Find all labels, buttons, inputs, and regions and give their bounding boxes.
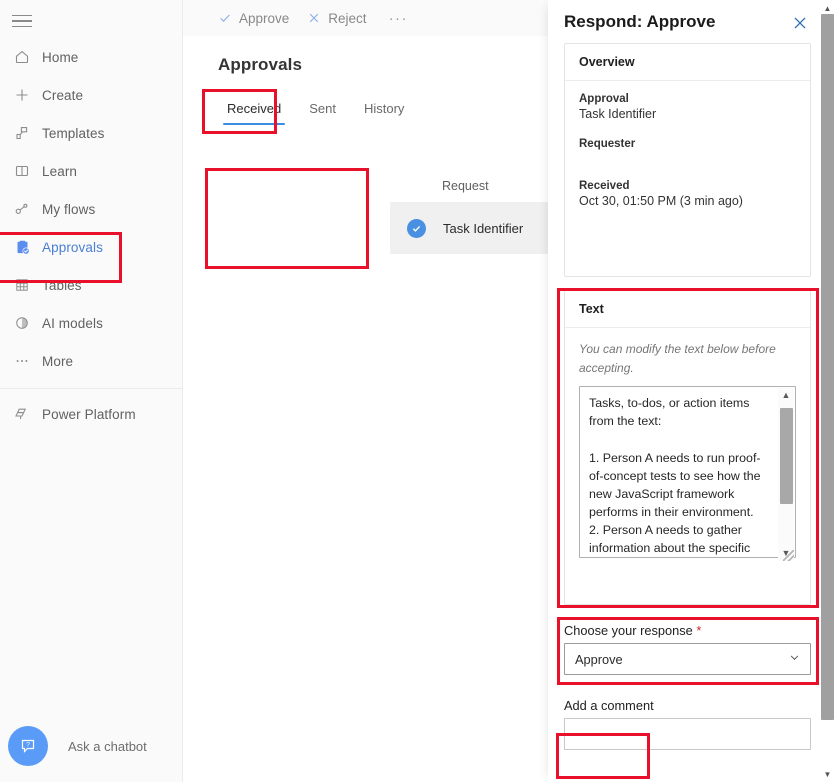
tab-received[interactable]: Received	[213, 97, 295, 125]
panel-title: Respond: Approve	[564, 12, 715, 32]
ask-a-chatbot-button[interactable]: ? Ask a chatbot	[6, 716, 183, 776]
spacer	[579, 121, 796, 138]
textarea-scrollbar-thumb[interactable]	[780, 408, 793, 504]
page-title: Approvals	[218, 55, 302, 75]
sidebar-item-learn[interactable]: Learn	[0, 152, 183, 190]
spacer	[579, 152, 796, 180]
textarea-resize-grip[interactable]	[783, 550, 794, 561]
scroll-up-arrow-icon[interactable]: ▲	[782, 388, 791, 403]
reject-command-label: Reject	[328, 11, 366, 26]
approve-command-label: Approve	[239, 11, 289, 26]
approval-label: Approval	[579, 93, 796, 105]
more-commands-icon[interactable]: ···	[385, 10, 409, 27]
text-card: Text You can modify the text below befor…	[564, 290, 811, 605]
text-textarea-wrapper: ▲ ▼	[579, 386, 796, 563]
home-icon	[8, 49, 36, 65]
tab-label: Sent	[309, 101, 336, 116]
approve-command-button[interactable]: Approve	[218, 11, 289, 26]
sidebar-item-create[interactable]: Create	[0, 76, 183, 114]
tab-label: History	[364, 101, 404, 116]
sidebar-item-approvals[interactable]: Approvals	[0, 228, 183, 266]
text-textarea[interactable]	[579, 386, 796, 558]
panel-scrollbar[interactable]: ▲ ▼	[819, 0, 836, 782]
sidebar-item-label: Templates	[36, 126, 104, 141]
sidebar-item-label: Learn	[36, 164, 77, 179]
sidebar-item-label: My flows	[36, 202, 95, 217]
response-selected-value: Approve	[575, 652, 623, 667]
power-platform-icon	[8, 406, 36, 422]
received-value: Oct 30, 01:50 PM (3 min ago)	[579, 194, 796, 208]
templates-icon	[8, 125, 36, 141]
plus-icon	[8, 87, 36, 103]
close-icon[interactable]	[791, 14, 809, 32]
tab-sent[interactable]: Sent	[295, 97, 350, 125]
approvals-tabs: Received Sent History	[213, 97, 418, 125]
response-label: Choose your response *	[564, 623, 811, 638]
chevron-down-icon	[788, 651, 801, 667]
response-select[interactable]: Approve	[564, 643, 811, 675]
panel-scrollbar-thumb[interactable]	[821, 14, 834, 720]
comment-input[interactable]	[565, 719, 810, 749]
table-grid-icon	[8, 277, 36, 293]
sidebar-item-templates[interactable]: Templates	[0, 114, 183, 152]
svg-text:?: ?	[26, 742, 30, 749]
response-label-text: Choose your response	[564, 623, 693, 638]
app-root: Home Create Templates Learn	[0, 0, 836, 782]
sidebar-item-label: Power Platform	[36, 407, 136, 422]
ai-models-icon	[8, 315, 36, 331]
hamburger-icon[interactable]	[12, 10, 38, 32]
sidebar-nav: Home Create Templates Learn	[0, 38, 183, 433]
comment-field: Add a comment	[564, 698, 811, 750]
requester-label: Requester	[579, 138, 796, 150]
overview-card-header: Overview	[565, 44, 810, 81]
x-icon	[307, 11, 321, 25]
check-circle-icon[interactable]	[407, 219, 426, 238]
scroll-down-arrow-icon[interactable]: ▼	[819, 766, 836, 782]
chatbot-label: Ask a chatbot	[68, 739, 147, 754]
text-modify-hint: You can modify the text below before acc…	[579, 340, 796, 378]
sidebar-divider	[0, 388, 183, 389]
column-header-request: Request	[390, 179, 489, 193]
sidebar-item-label: AI models	[36, 316, 103, 331]
overview-card-body: Approval Task Identifier Requester Recei…	[565, 81, 810, 222]
row-title: Task Identifier	[443, 221, 523, 236]
book-icon	[8, 163, 36, 179]
sidebar-item-power-platform[interactable]: Power Platform	[0, 395, 183, 433]
sidebar-item-label: More	[36, 354, 73, 369]
ellipsis-icon	[8, 353, 36, 369]
tab-history[interactable]: History	[350, 97, 418, 125]
sidebar-item-more[interactable]: More	[0, 342, 183, 380]
sidebar-item-label: Approvals	[36, 240, 103, 255]
respond-panel: Respond: Approve Overview Approval Task …	[548, 0, 836, 782]
reject-command-button[interactable]: Reject	[307, 11, 366, 26]
sidebar-item-label: Tables	[36, 278, 82, 293]
required-marker: *	[696, 623, 701, 638]
sidebar-item-label: Create	[36, 88, 83, 103]
overview-card: Overview Approval Task Identifier Reques…	[564, 43, 811, 277]
sidebar-item-my-flows[interactable]: My flows	[0, 190, 183, 228]
sidebar-item-home[interactable]: Home	[0, 38, 183, 76]
sidebar-item-ai-models[interactable]: AI models	[0, 304, 183, 342]
approval-value: Task Identifier	[579, 107, 796, 121]
comment-input-box[interactable]	[564, 718, 811, 750]
sidebar-item-tables[interactable]: Tables	[0, 266, 183, 304]
left-sidebar: Home Create Templates Learn	[0, 0, 183, 782]
approvals-clipboard-check-icon	[8, 239, 36, 256]
response-field: Choose your response * Approve	[564, 623, 811, 675]
tab-label: Received	[227, 101, 281, 116]
chatbot-icon: ?	[8, 726, 48, 766]
sidebar-item-label: Home	[36, 50, 78, 65]
received-label: Received	[579, 180, 796, 192]
text-card-header: Text	[565, 291, 810, 328]
comment-label: Add a comment	[564, 698, 811, 713]
text-card-body: You can modify the text below before acc…	[565, 328, 810, 577]
flows-icon	[8, 201, 36, 217]
checkmark-icon	[218, 11, 232, 25]
